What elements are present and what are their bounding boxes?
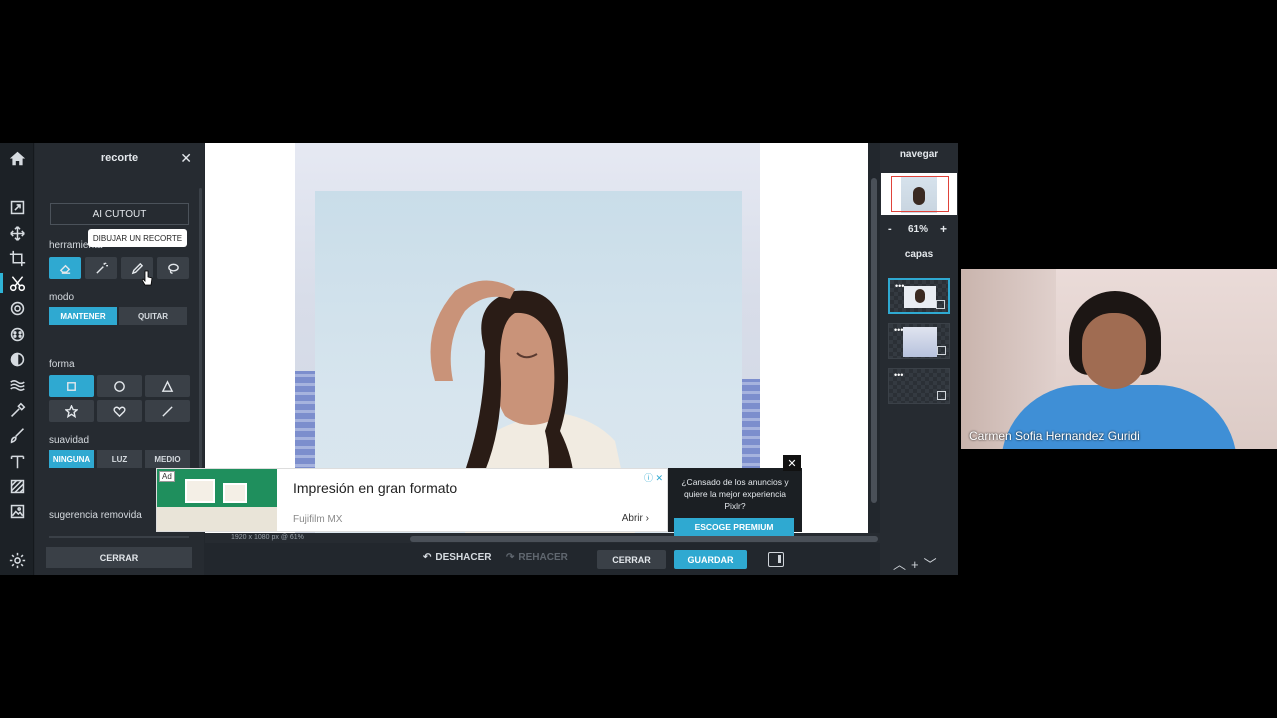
home-icon[interactable] — [0, 147, 34, 169]
filter-icon[interactable] — [0, 323, 34, 345]
brush-icon[interactable] — [0, 424, 34, 446]
add-layer-icon[interactable]: + — [911, 557, 924, 572]
move-icon[interactable] — [0, 222, 34, 244]
ai-cutout-button[interactable]: AI CUTOUT — [50, 203, 189, 225]
line-icon — [162, 405, 173, 417]
effect-icon[interactable] — [0, 348, 34, 370]
toggle-panel-icon[interactable] — [768, 552, 784, 567]
save-button[interactable]: GUARDAR — [674, 550, 747, 569]
right-panel: navegar - 61% + capas ••• ••• ••• — [880, 143, 958, 575]
panel-title: recorte — [100, 152, 139, 164]
softness-none-button[interactable]: NINGUNA — [49, 450, 94, 468]
choose-premium-button[interactable]: ESCOGE PREMIUM — [674, 518, 794, 536]
crop-icon[interactable] — [0, 247, 34, 269]
magic-wand-tool-button[interactable] — [85, 257, 117, 279]
ad-image — [157, 469, 277, 531]
lasso-tool-button[interactable] — [157, 257, 189, 279]
screen: recorte ✕ AI CUTOUT herramienta modo MAN… — [0, 0, 1277, 718]
ad-choices-icon[interactable]: ⓘ ✕ — [644, 471, 663, 484]
undo-label: DESHACER — [435, 552, 492, 563]
sugerencia-label: sugerencia removida — [49, 510, 142, 521]
shape-line-button[interactable] — [145, 400, 190, 422]
square-icon — [67, 381, 76, 391]
layer-item[interactable]: ••• — [888, 278, 950, 314]
layer-visibility-checkbox[interactable] — [937, 391, 946, 400]
triangle-icon — [161, 379, 174, 392]
redo-icon: ↷ — [506, 552, 515, 563]
magic-wand-icon — [95, 261, 108, 274]
layer-up-icon[interactable]: ︿ — [893, 557, 911, 572]
tooltip: DIBUJAR UN RECORTE — [88, 229, 187, 247]
participant-name: Carmen Sofia Hernandez Guridi — [969, 429, 1140, 443]
panel-scrollbar[interactable] — [199, 188, 202, 468]
navigator-thumbnail[interactable] — [881, 173, 957, 215]
ad-open-label: Abrir — [621, 513, 643, 524]
close-editor-button[interactable]: CERRAR — [597, 550, 666, 569]
zoom-out-button[interactable]: - — [888, 223, 892, 235]
modo-label: modo — [49, 292, 75, 303]
eraser-icon — [59, 264, 70, 274]
settings-gear-icon[interactable] — [0, 549, 34, 571]
shape-triangle-button[interactable] — [145, 375, 190, 397]
adjust-icon[interactable] — [0, 297, 34, 319]
retouch-icon[interactable] — [0, 399, 34, 421]
premium-upsell: ¿Cansado de los anuncios y quiere la mej… — [668, 468, 802, 536]
text-icon[interactable] — [0, 450, 34, 472]
forma-label: forma — [49, 359, 75, 370]
circle-icon — [114, 380, 125, 392]
heart-icon — [113, 406, 126, 417]
canvas-horizontal-scrollbar[interactable] — [410, 536, 878, 542]
shape-square-button[interactable] — [49, 375, 94, 397]
divider — [49, 536, 189, 538]
more-icon[interactable]: ••• — [894, 326, 903, 335]
star-icon — [65, 404, 78, 418]
layer-item[interactable]: ••• — [888, 368, 950, 404]
image-icon[interactable] — [0, 500, 34, 522]
layer-controls: ︿+﹀ — [893, 554, 942, 573]
liquify-icon[interactable] — [0, 374, 34, 396]
redo-label: REHACER — [518, 552, 568, 563]
navigate-title: navegar — [899, 149, 939, 160]
undo-button[interactable]: ↶ DESHACER — [423, 552, 492, 563]
more-icon[interactable]: ••• — [894, 371, 903, 380]
ad-badge: Ad — [159, 471, 175, 482]
panel-close-button[interactable]: CERRAR — [46, 547, 192, 568]
layer-item[interactable]: ••• — [888, 323, 950, 359]
undo-icon: ↶ — [423, 552, 432, 563]
shape-circle-button[interactable] — [97, 375, 142, 397]
softness-light-button[interactable]: LUZ — [97, 450, 142, 468]
zoom-level: 61% — [908, 224, 929, 235]
chevron-right-icon: › — [645, 513, 649, 524]
left-tool-rail — [0, 143, 34, 575]
close-icon[interactable]: ✕ — [180, 150, 192, 167]
premium-text: ¿Cansado de los anuncios y quiere la mej… — [681, 477, 789, 511]
shape-star-button[interactable] — [49, 400, 94, 422]
ad-advertiser: Fujifilm MX — [293, 514, 343, 525]
mode-remove-button[interactable]: QUITAR — [119, 307, 187, 325]
texture-icon[interactable] — [0, 475, 34, 497]
canvas-vertical-scrollbar[interactable] — [871, 178, 877, 503]
mode-keep-button[interactable]: MANTENER — [49, 307, 117, 325]
auto-cutout-tool-button[interactable] — [49, 257, 81, 279]
layer-visibility-checkbox[interactable] — [937, 346, 946, 355]
advertisement[interactable]: Ad Impresión en gran formato Fujifilm MX… — [156, 468, 668, 532]
layers-title: capas — [904, 249, 934, 260]
webcam-video — [961, 269, 1277, 449]
softness-medium-button[interactable]: MEDIO — [145, 450, 190, 468]
more-icon[interactable]: ••• — [895, 282, 904, 291]
scissors-icon[interactable] — [0, 272, 34, 294]
ad-close-button[interactable]: ✕ — [783, 455, 801, 471]
arrange-icon[interactable] — [0, 196, 34, 218]
ad-open-link[interactable]: Abrir › — [622, 513, 649, 524]
shape-heart-button[interactable] — [97, 400, 142, 422]
canvas-size-info: 1920 x 1080 px @ 61% — [231, 534, 304, 541]
zoom-in-button[interactable]: + — [940, 222, 947, 236]
suavidad-label: suavidad — [49, 435, 90, 446]
lasso-icon — [167, 263, 179, 274]
ad-title[interactable]: Impresión en gran formato — [293, 480, 457, 496]
redo-button[interactable]: ↷ REHACER — [506, 552, 568, 563]
layer-down-icon[interactable]: ﹀ — [924, 557, 942, 572]
layer-visibility-checkbox[interactable] — [936, 300, 945, 309]
mouse-cursor-icon — [141, 270, 154, 291]
